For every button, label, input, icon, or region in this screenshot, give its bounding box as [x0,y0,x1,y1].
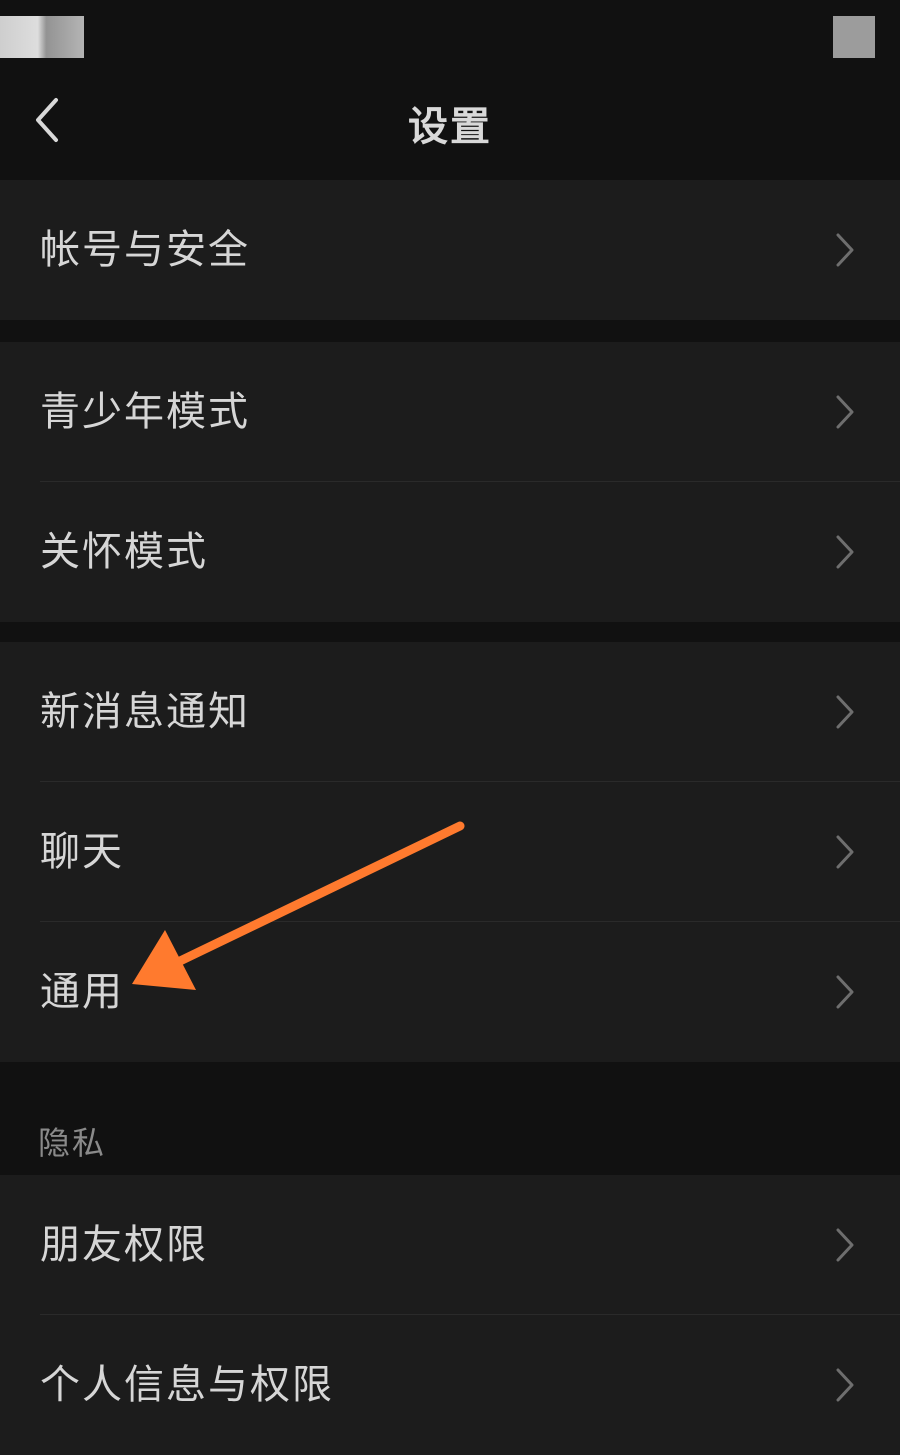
chevron-right-icon [836,975,854,1009]
status-bar-right-redacted [833,16,875,58]
chevron-right-icon [836,233,854,267]
settings-item-label: 新消息通知 [40,689,250,735]
settings-item-chat[interactable]: 聊天 [0,782,900,922]
settings-item-label: 个人信息与权限 [40,1362,334,1408]
page-title: 设置 [408,104,492,150]
settings-item-general[interactable]: 通用 [0,922,900,1062]
nav-bar: 设置 [0,70,900,178]
section-header-privacy: 隐私 [0,1062,900,1172]
chevron-right-icon [836,395,854,429]
settings-item-notifications[interactable]: 新消息通知 [0,642,900,782]
settings-item-account-security[interactable]: 帐号与安全 [0,180,900,320]
settings-item-label: 帐号与安全 [40,227,250,273]
settings-item-label: 通用 [40,969,124,1015]
section-header-label: 隐私 [38,1124,107,1162]
settings-item-care-mode[interactable]: 关怀模式 [0,482,900,622]
chevron-right-icon [836,1228,854,1262]
settings-item-friend-permissions[interactable]: 朋友权限 [0,1175,900,1315]
status-bar-left-redacted [0,16,84,58]
chevron-right-icon [836,1368,854,1402]
status-bar [0,0,900,70]
chevron-right-icon [836,695,854,729]
settings-item-personal-info-permissions[interactable]: 个人信息与权限 [0,1315,900,1455]
chevron-right-icon [836,535,854,569]
settings-item-teen-mode[interactable]: 青少年模式 [0,342,900,482]
settings-item-label: 聊天 [40,829,124,875]
settings-item-label: 青少年模式 [40,389,250,435]
chevron-right-icon [836,835,854,869]
settings-item-label: 关怀模式 [40,529,208,575]
settings-item-label: 朋友权限 [40,1222,208,1268]
